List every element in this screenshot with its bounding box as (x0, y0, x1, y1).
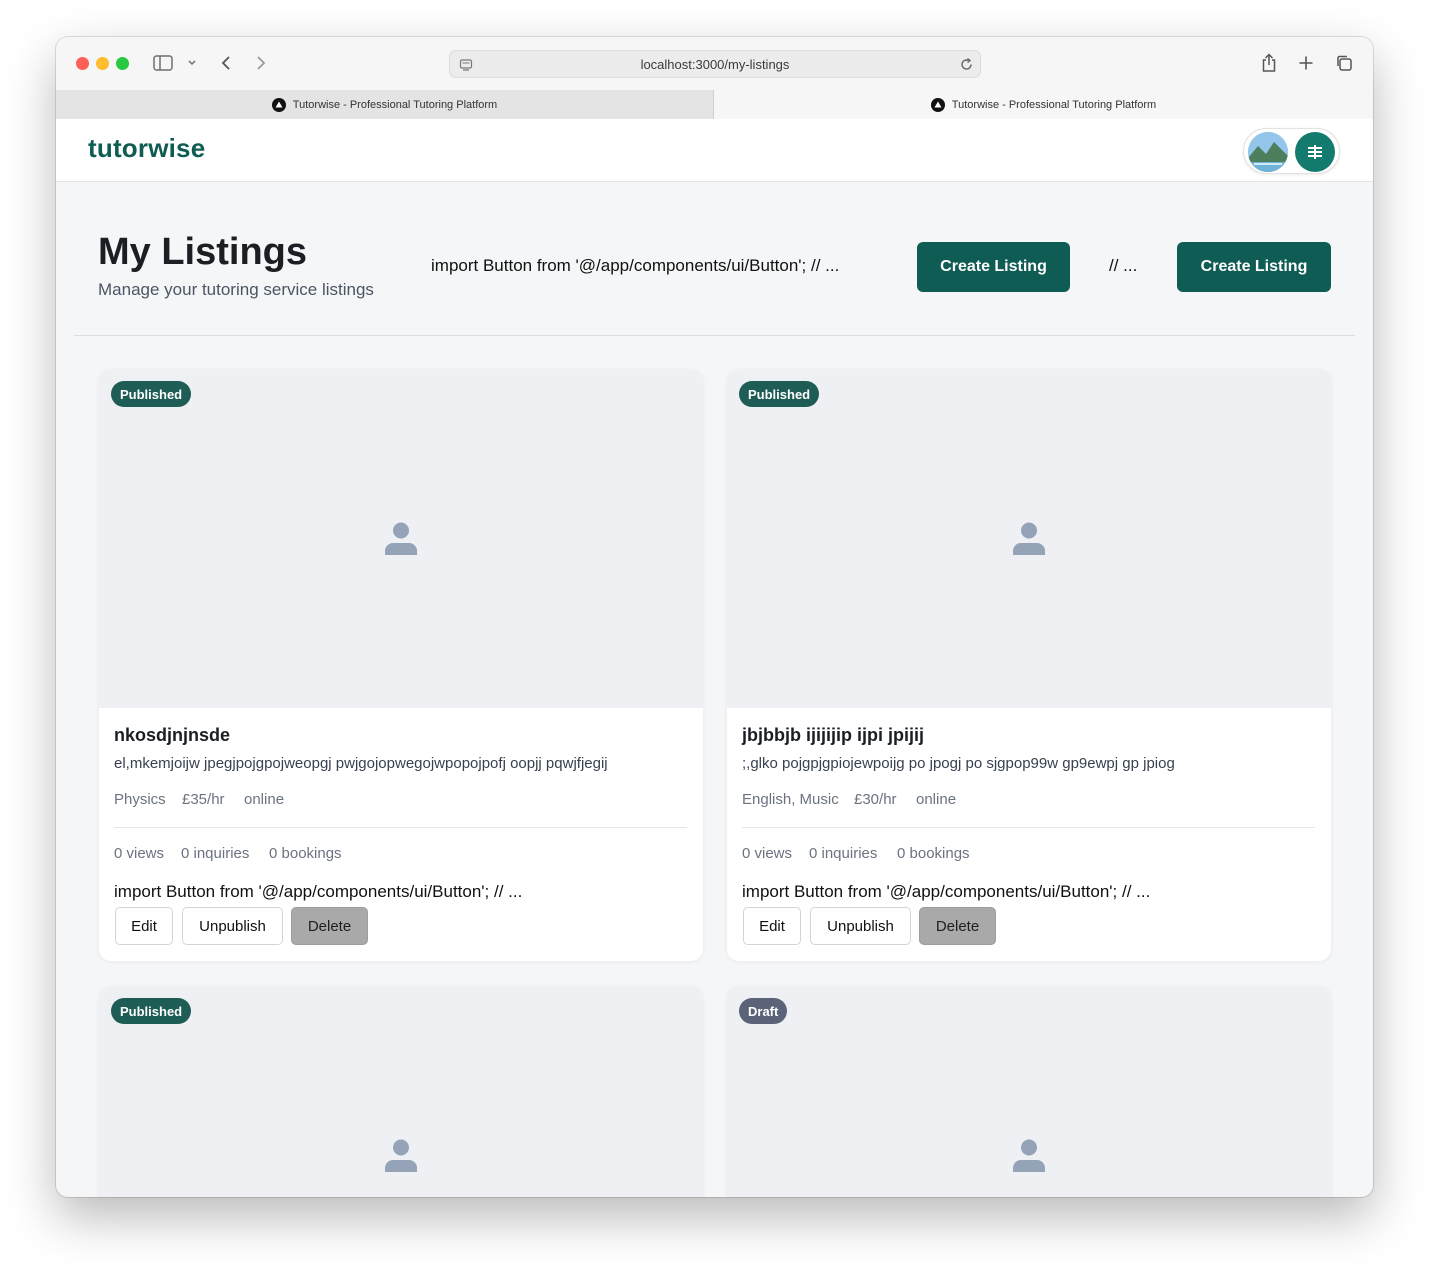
comment-text: // ... (1109, 256, 1138, 275)
card-divider (742, 827, 1315, 828)
address-bar[interactable]: localhost:3000/my-listings (449, 50, 981, 78)
page-title: My Listings (98, 231, 308, 273)
header-divider (74, 335, 1355, 336)
page-subtitle: Manage your tutoring service listings (98, 280, 374, 299)
status-badge: Draft (739, 998, 788, 1024)
listing-description: ;,glko pojgpjgpiojewpoijg po jpogj po sj… (742, 755, 1175, 772)
unpublish-button[interactable]: Unpublish (182, 907, 283, 945)
forward-icon[interactable] (251, 52, 271, 74)
browser-toolbar: localhost:3000/my-listings (56, 37, 1373, 90)
status-badge: Published (739, 381, 820, 407)
site-header: tutorwise (56, 119, 1373, 182)
listing-title[interactable]: jbjbbjb ijijijip ijpi jpijij (742, 725, 924, 746)
tab-bar: Tutorwise - Professional Tutoring Platfo… (56, 90, 1373, 119)
person-placeholder-icon (1013, 1139, 1045, 1172)
url-text: localhost:3000/my-listings (640, 57, 790, 72)
listing-mode: online (916, 791, 957, 808)
status-badge: Published (111, 998, 192, 1024)
reload-icon[interactable] (959, 57, 974, 72)
avatar[interactable] (1248, 132, 1288, 172)
listing-image-placeholder: Published (727, 369, 1331, 708)
listing-image-placeholder: Published (99, 369, 703, 708)
listing-title[interactable]: nkosdjnjnsde (114, 725, 230, 746)
person-placeholder-icon (1013, 522, 1045, 555)
import-text: import Button from '@/app/components/ui/… (431, 256, 840, 275)
listing-inquiries: 0 inquiries (809, 845, 878, 862)
sidebar-toggle-icon[interactable] (152, 52, 174, 74)
create-listing-button[interactable]: Create Listing (917, 242, 1070, 292)
listing-card[interactable]: Published jbjbbjb ijijijip ijpi jpijij ;… (727, 369, 1331, 961)
listing-views: 0 views (742, 845, 793, 862)
listing-subject: Physics (114, 791, 166, 808)
zoom-window-button[interactable] (116, 57, 129, 70)
menu-icon[interactable] (1295, 132, 1335, 172)
back-icon[interactable] (216, 52, 236, 74)
edit-button[interactable]: Edit (743, 907, 801, 945)
listing-card[interactable]: Published (99, 986, 703, 1197)
listing-price: £35/hr (182, 791, 225, 808)
tab-overview-icon[interactable] (1334, 52, 1354, 74)
card-divider (114, 827, 687, 828)
minimize-window-button[interactable] (96, 57, 109, 70)
listing-views: 0 views (114, 845, 165, 862)
delete-button[interactable]: Delete (919, 907, 996, 945)
listing-card[interactable]: Draft (727, 986, 1331, 1197)
listing-description: el,mkemjoijw jpegjpojgpojweopgj pwjgojop… (114, 755, 608, 772)
user-menu[interactable] (1243, 128, 1340, 174)
listing-image-placeholder: Published (99, 986, 703, 1197)
listing-price: £30/hr (854, 791, 897, 808)
chevron-down-icon[interactable] (186, 52, 198, 74)
listing-subject: English, Music (742, 791, 839, 808)
listing-bookings: 0 bookings (897, 845, 970, 862)
delete-button[interactable]: Delete (291, 907, 368, 945)
tab-title: Tutorwise - Professional Tutoring Platfo… (951, 98, 1157, 111)
tutorwise-favicon-icon (930, 97, 945, 112)
tab-title: Tutorwise - Professional Tutoring Platfo… (292, 98, 498, 111)
unpublish-button[interactable]: Unpublish (810, 907, 911, 945)
tutorwise-favicon-icon (271, 97, 286, 112)
new-tab-icon[interactable] (1296, 52, 1316, 74)
tutorwise-logo[interactable]: tutorwise (88, 133, 205, 164)
listing-image-placeholder: Draft (727, 986, 1331, 1197)
person-placeholder-icon (385, 1139, 417, 1172)
create-listing-button-secondary[interactable]: Create Listing (1177, 242, 1331, 292)
edit-button[interactable]: Edit (115, 907, 173, 945)
browser-tab-1[interactable]: Tutorwise - Professional Tutoring Platfo… (56, 90, 714, 119)
browser-tab-2[interactable]: Tutorwise - Professional Tutoring Platfo… (714, 90, 1373, 119)
status-badge: Published (111, 381, 192, 407)
share-icon[interactable] (1259, 52, 1279, 74)
listing-code-text: import Button from '@/app/components/ui/… (742, 882, 1151, 901)
person-placeholder-icon (385, 522, 417, 555)
listing-bookings: 0 bookings (269, 845, 342, 862)
listing-inquiries: 0 inquiries (181, 845, 250, 862)
listing-card[interactable]: Published nkosdjnjnsde el,mkemjoijw jpeg… (99, 369, 703, 961)
browser-window: localhost:3000/my-listings Tutorwise - P… (56, 37, 1373, 1197)
close-window-button[interactable] (76, 57, 89, 70)
listing-mode: online (244, 791, 285, 808)
listing-code-text: import Button from '@/app/components/ui/… (114, 882, 523, 901)
